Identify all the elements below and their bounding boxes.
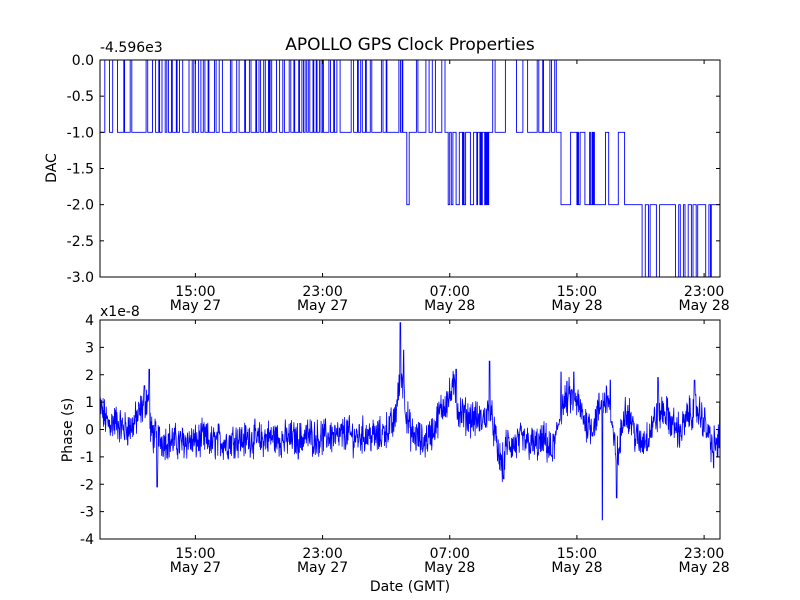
y-tick-label: 3	[85, 340, 94, 356]
y-tick-label: 2	[85, 368, 94, 384]
y-tick-label: 1	[85, 395, 94, 411]
dac-offset-label: -4.596e3	[100, 40, 163, 56]
figure: APOLLO GPS Clock Properties -4.596e3 0.0…	[0, 0, 800, 600]
y-tick-label: 0	[85, 423, 94, 439]
x-tick-label-date: May 28	[678, 298, 729, 314]
figure-title: APOLLO GPS Clock Properties	[285, 35, 535, 55]
y-tick-label: -2	[80, 477, 94, 493]
y-tick-label: 4	[85, 313, 94, 329]
y-tick-label: 0.0	[72, 53, 94, 69]
y-tick-label: -4	[80, 532, 94, 548]
y-tick-label: -2.0	[67, 198, 94, 214]
x-tick-label-date: May 28	[678, 560, 729, 576]
x-tick-label-date: May 27	[297, 560, 348, 576]
x-tick-label-date: May 28	[551, 560, 602, 576]
phase-y-axis-label: Phase (s)	[60, 398, 76, 462]
x-tick-label-date: May 28	[424, 560, 475, 576]
y-tick-label: -2.5	[67, 234, 94, 250]
y-tick-label: -1.0	[67, 125, 94, 141]
y-tick-label: -1	[80, 450, 94, 466]
y-tick-label: -0.5	[67, 89, 94, 105]
y-tick-label: -3.0	[67, 270, 94, 286]
x-tick-label-date: May 27	[170, 298, 221, 314]
x-tick-label-date: May 28	[551, 298, 602, 314]
y-tick-label: -1.5	[67, 162, 94, 178]
x-tick-label-date: May 27	[170, 560, 221, 576]
x-tick-label-date: May 28	[424, 298, 475, 314]
x-tick-label-date: May 27	[297, 298, 348, 314]
y-tick-label: -3	[80, 505, 94, 521]
phase-offset-label: x1e-8	[100, 304, 140, 320]
phase-x-axis-label: Date (GMT)	[370, 579, 450, 595]
dac-y-axis-label: DAC	[44, 153, 60, 183]
